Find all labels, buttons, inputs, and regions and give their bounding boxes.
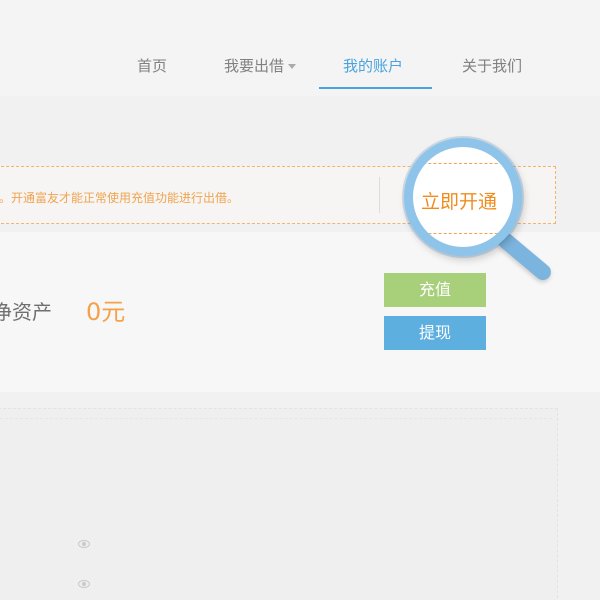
net-asset-label: 净资产 [0, 300, 52, 324]
lower-panel-inner [0, 418, 552, 600]
eye-icon[interactable] [78, 540, 90, 548]
magnified-dash-top [413, 163, 513, 164]
nav-home[interactable]: 首页 [137, 55, 167, 76]
caret-down-icon [288, 64, 297, 69]
notice-divider [379, 177, 380, 213]
nav-about[interactable]: 关于我们 [462, 55, 522, 76]
nav-invest[interactable]: 我要出借 [224, 55, 297, 76]
activate-now-link[interactable]: 立即开通 [421, 187, 497, 214]
withdraw-button[interactable]: 提现 [384, 316, 486, 350]
active-tab-underline [319, 87, 432, 89]
nav-invest-label: 我要出借 [224, 57, 285, 75]
eye-icon[interactable] [78, 580, 90, 588]
net-asset-value: 0元 [86, 298, 126, 326]
recharge-button[interactable]: 充值 [384, 273, 486, 307]
notice-text: 。开通富友才能正常使用充值功能进行出借。 [0, 191, 240, 205]
top-nav: 首页 我要出借 我的账户 关于我们 [0, 0, 600, 96]
nav-my-account[interactable]: 我的账户 [343, 55, 403, 76]
magnifier-icon: 立即开通 [404, 138, 522, 256]
magnified-dash-bottom [413, 233, 513, 234]
